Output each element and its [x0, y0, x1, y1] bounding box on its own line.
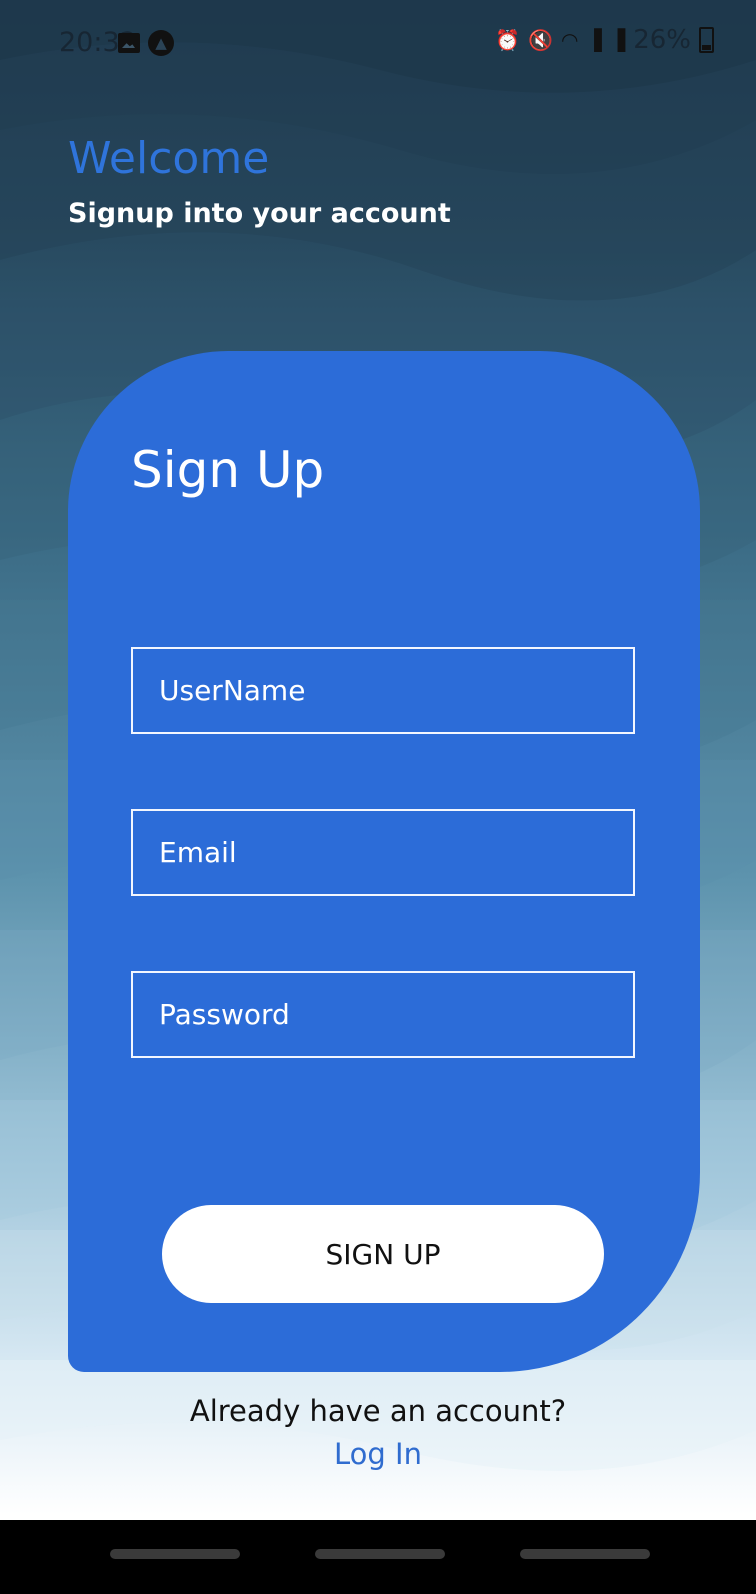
username-input[interactable] [131, 647, 635, 734]
wifi-icon: ◠ [560, 28, 579, 52]
alarm-icon: ⏰ [495, 28, 521, 52]
signup-card: Sign Up SIGN UP [68, 351, 700, 1372]
battery-icon [699, 27, 714, 53]
signup-title: Sign Up [131, 441, 325, 499]
welcome-title: Welcome [68, 133, 270, 184]
recents-button[interactable] [110, 1549, 240, 1559]
signal-icon: ▐ [609, 28, 626, 52]
signal-icon: ▐ [586, 28, 602, 52]
email-input[interactable] [131, 809, 635, 896]
signup-button[interactable]: SIGN UP [162, 1205, 604, 1303]
mute-icon: 🔇 [528, 28, 553, 52]
back-button[interactable] [520, 1549, 650, 1559]
battery-percentage: 26% [633, 25, 691, 55]
login-link[interactable]: Log In [0, 1437, 756, 1471]
notification-icons: ▲ [118, 30, 174, 56]
status-bar: 20:32 ▲ ⏰ 🔇 ◠ ▐ ▐ 26% [0, 0, 756, 88]
image-icon [118, 33, 140, 53]
navigation-bar [0, 1520, 756, 1594]
system-icons: ⏰ 🔇 ◠ ▐ ▐ 26% [495, 25, 714, 55]
password-input[interactable] [131, 971, 635, 1058]
signup-screen: 20:32 ▲ ⏰ 🔇 ◠ ▐ ▐ 26% Welcome Signup int… [0, 0, 756, 1594]
already-have-account-text: Already have an account? [189, 1394, 567, 1428]
welcome-subtitle: Signup into your account [68, 198, 451, 229]
app-icon: ▲ [148, 30, 174, 56]
home-button[interactable] [315, 1549, 445, 1559]
